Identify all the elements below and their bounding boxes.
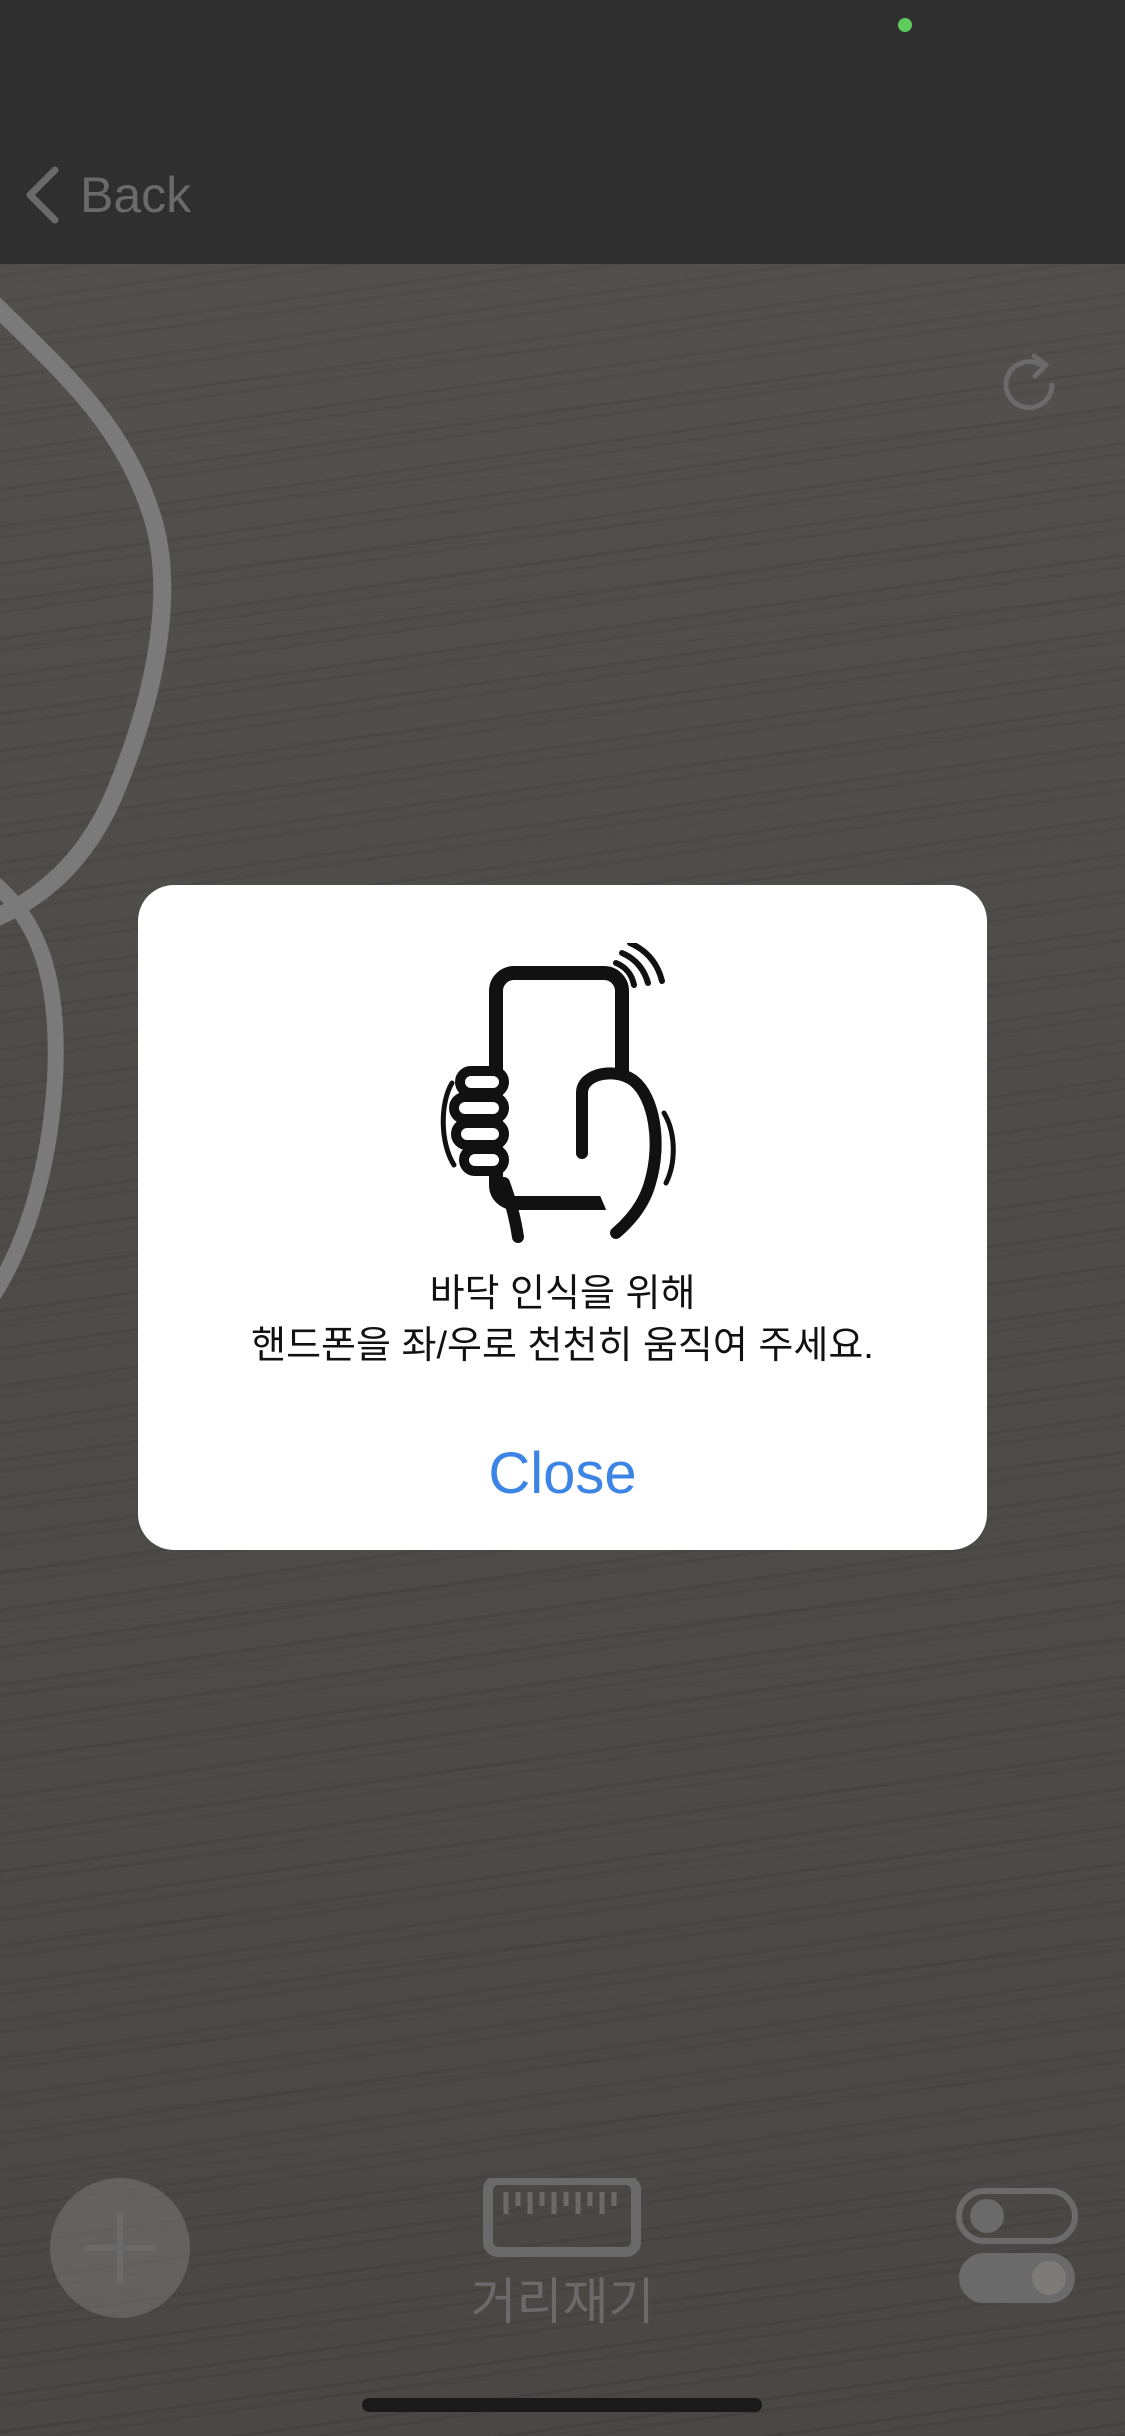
back-label: Back: [80, 167, 192, 223]
add-point-button[interactable]: [50, 2178, 190, 2318]
measure-distance-label[interactable]: 거리재기: [430, 2262, 695, 2334]
message-line-2: 핸드폰을 좌/우로 천천히 움직여 주세요.: [251, 1325, 874, 1367]
navigation-bar: Back: [0, 0, 1125, 264]
back-button[interactable]: Back: [22, 160, 191, 230]
close-button[interactable]: Close: [138, 1440, 987, 1507]
home-indicator[interactable]: [362, 2398, 762, 2412]
camera-in-use-indicator: [898, 18, 912, 32]
chevron-left-icon: [26, 166, 59, 224]
message-line-1: 바닥 인식을 위해: [429, 1273, 696, 1315]
floor-detection-dialog: 바닥 인식을 위해 핸드폰을 좌/우로 천천히 움직여 주세요. Close: [138, 885, 987, 1550]
hand-holding-phone-icon: [440, 943, 676, 1243]
refresh-icon[interactable]: [994, 350, 1064, 420]
toggle-icon[interactable]: [955, 2185, 1080, 2310]
plus-icon: [85, 2213, 155, 2283]
instruction-message: 바닥 인식을 위해 핸드폰을 좌/우로 천천히 움직여 주세요.: [138, 1268, 987, 1372]
